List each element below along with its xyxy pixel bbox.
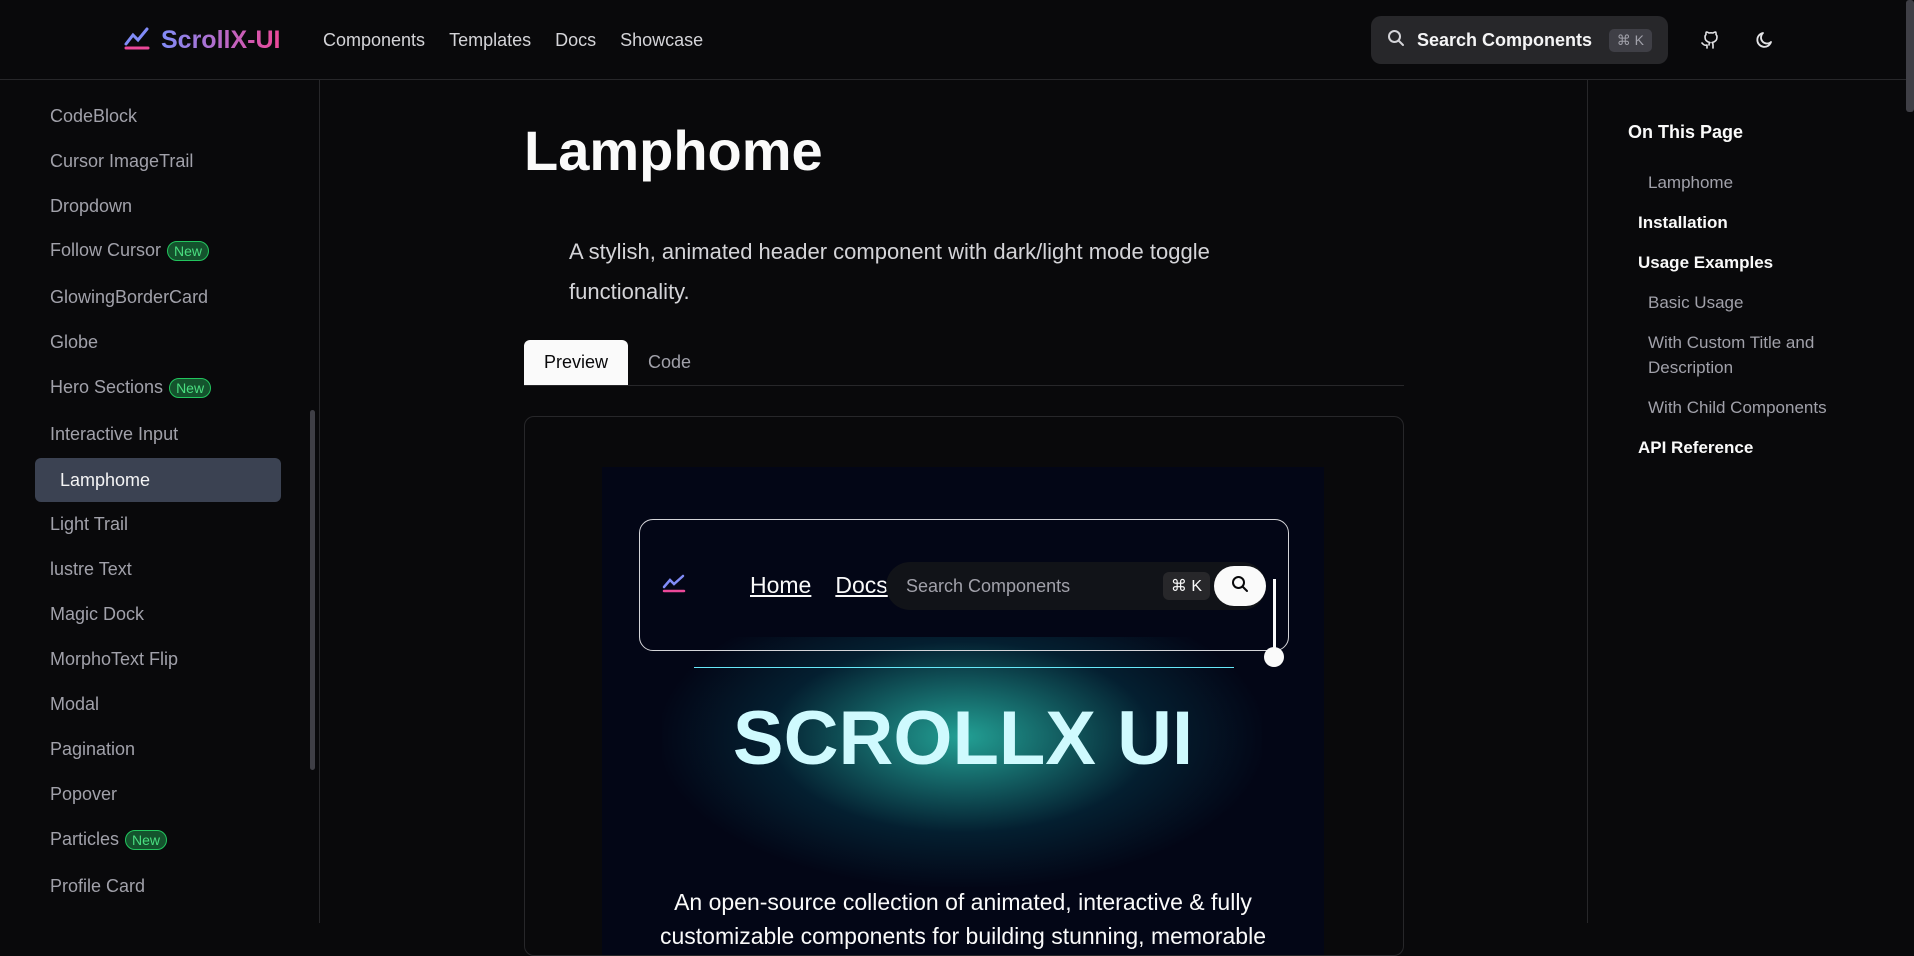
sidebar-item-light-trail[interactable]: Light Trail [50,514,128,535]
lamphome-demo: Home Docs Search Components ⌘ K SCROLLX … [602,467,1324,955]
new-badge: New [167,240,210,261]
github-icon[interactable] [1696,26,1724,54]
lamp-pull-cord[interactable] [1273,579,1276,657]
page-description: A stylish, animated header component wit… [569,239,1210,304]
demo-link-home[interactable]: Home [750,572,811,599]
demo-search-shortcut: ⌘ K [1162,572,1210,600]
search-icon [1387,29,1405,52]
preview-code-tabs: Preview Code [524,340,1404,386]
sidebar-item-popover[interactable]: Popover [50,784,117,805]
sidebar-item-lamphome[interactable]: Lamphome [35,458,281,502]
demo-link-docs[interactable]: Docs [835,572,887,599]
demo-nav-links: Home Docs [750,572,888,599]
nav-templates[interactable]: Templates [449,30,531,51]
brand-logo[interactable]: ScrollX-UI [123,24,280,57]
sidebar: CodeBlock Cursor ImageTrail Dropdown Fol… [0,80,320,923]
sidebar-item-cursor-imagetrail[interactable]: Cursor ImageTrail [50,151,193,172]
nav-docs[interactable]: Docs [555,30,596,51]
lamp-light-line [694,667,1234,668]
demo-subtitle: An open-source collection of animated, i… [660,889,1266,949]
sidebar-item-globe[interactable]: Globe [50,332,98,353]
tab-code[interactable]: Code [628,340,711,385]
sidebar-item-codeblock[interactable]: CodeBlock [50,106,137,127]
demo-heading: SCROLLX UI [732,696,1194,781]
toc-item-custom-title[interactable]: With Custom Title and Description [1648,330,1868,380]
new-badge: New [125,829,168,850]
sidebar-item-morphotext-flip[interactable]: MorphoText Flip [50,649,178,670]
preview-panel: Home Docs Search Components ⌘ K SCROLLX … [524,416,1404,956]
sidebar-item-pagination[interactable]: Pagination [50,739,135,760]
trend-chart-icon[interactable] [662,572,686,599]
demo-search-button[interactable] [1214,566,1266,606]
search-icon [1231,575,1249,598]
main-nav: Components Templates Docs Showcase [323,30,703,51]
nav-showcase[interactable]: Showcase [620,30,703,51]
toc-item-usage-examples[interactable]: Usage Examples [1638,250,1773,275]
toc-item-child-components[interactable]: With Child Components [1648,395,1827,420]
toc-item-lamphome[interactable]: Lamphome [1648,170,1733,195]
toc-item-basic-usage[interactable]: Basic Usage [1648,290,1743,315]
toc-item-installation[interactable]: Installation [1638,210,1728,235]
search-shortcut: ⌘ K [1608,28,1652,52]
sidebar-item-magic-dock[interactable]: Magic Dock [50,604,144,625]
sidebar-item-hero-sections[interactable]: Hero Sections New [50,377,212,398]
sidebar-item-glowingbordercard[interactable]: GlowingBorderCard [50,287,208,308]
demo-header: Home Docs Search Components ⌘ K [639,519,1289,651]
moon-icon[interactable] [1751,26,1779,54]
sidebar-item-modal[interactable]: Modal [50,694,99,715]
lamp-toggle-knob[interactable] [1264,647,1284,667]
new-badge: New [169,377,212,398]
trend-chart-icon [123,24,151,57]
sidebar-item-interactive-input[interactable]: Interactive Input [50,424,178,445]
toc-item-api-reference[interactable]: API Reference [1638,435,1753,460]
toc-title: On This Page [1628,122,1744,142]
tab-preview[interactable]: Preview [524,340,629,385]
sidebar-item-follow-cursor[interactable]: Follow Cursor New [50,240,210,261]
page-scrollbar[interactable] [1906,0,1914,112]
sidebar-item-particles[interactable]: Particles New [50,829,168,850]
sidebar-scrollbar[interactable] [310,410,315,770]
toc-divider [1587,80,1588,923]
demo-search-placeholder: Search Components [906,575,1071,596]
page-title: Lamphome [524,119,823,182]
search-components-button[interactable]: Search Components ⌘ K [1371,16,1668,64]
demo-search-input[interactable]: Search Components ⌘ K [886,562,1266,610]
search-label: Search Components [1417,29,1593,50]
brand-name: ScrollX-UI [161,26,281,54]
sidebar-item-profile-card[interactable]: Profile Card [50,876,145,897]
sidebar-item-dropdown[interactable]: Dropdown [50,196,132,217]
sidebar-item-lustre-text[interactable]: lustre Text [50,559,132,580]
top-navbar: ScrollX-UI Components Templates Docs Sho… [0,0,1914,80]
nav-components[interactable]: Components [323,30,425,51]
